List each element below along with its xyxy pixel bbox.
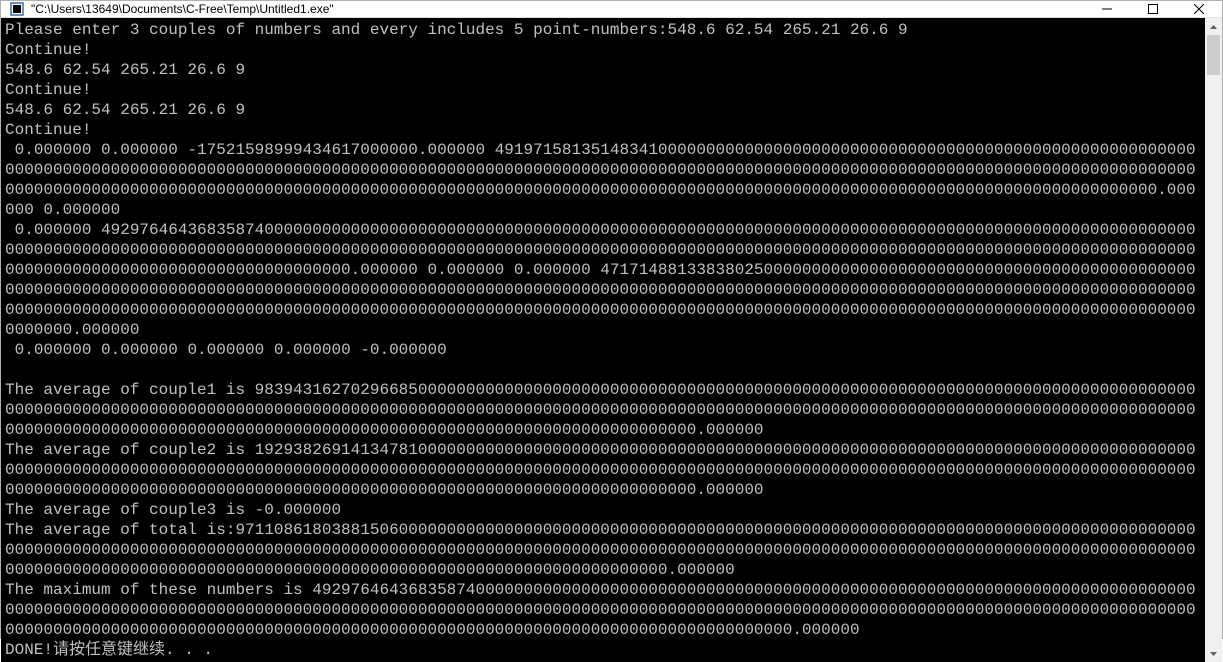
maximize-button[interactable]	[1130, 1, 1176, 17]
scroll-up-arrow[interactable]	[1205, 18, 1222, 35]
vertical-scrollbar[interactable]	[1205, 18, 1222, 662]
scroll-down-arrow[interactable]	[1205, 645, 1222, 662]
console-window: "C:\Users\13649\Documents\C-Free\Temp\Un…	[0, 0, 1223, 639]
console-area: Please enter 3 couples of numbers and ev…	[1, 18, 1222, 662]
app-icon	[9, 1, 25, 17]
close-button[interactable]	[1176, 1, 1222, 17]
titlebar[interactable]: "C:\Users\13649\Documents\C-Free\Temp\Un…	[1, 1, 1222, 18]
console-output[interactable]: Please enter 3 couples of numbers and ev…	[1, 18, 1205, 662]
minimize-button[interactable]	[1084, 1, 1130, 17]
window-title: "C:\Users\13649\Documents\C-Free\Temp\Un…	[31, 2, 1084, 16]
scroll-thumb[interactable]	[1207, 35, 1220, 75]
scroll-track[interactable]	[1205, 35, 1222, 645]
window-controls	[1084, 1, 1222, 17]
